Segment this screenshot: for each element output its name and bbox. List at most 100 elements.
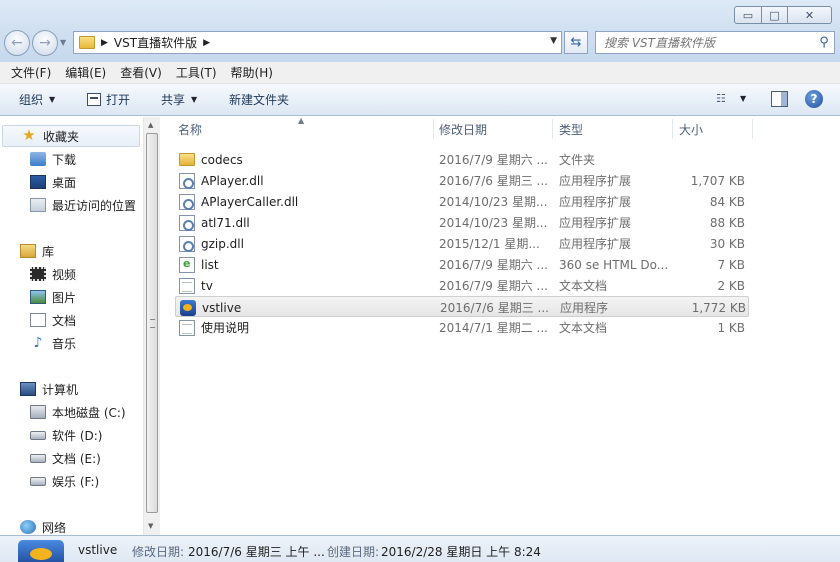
file-date: 2015/12/1 星期... (439, 237, 540, 251)
file-row[interactable]: gzip.dll 2015/12/1 星期... 应用程序扩展 30 KB (175, 233, 749, 254)
close-button[interactable]: ✕ (788, 6, 832, 24)
nav-item-label: 本地磁盘 (C:) (52, 405, 126, 420)
menu-help[interactable]: 帮助(H) (224, 64, 280, 81)
minimize-button[interactable]: ▭ (734, 6, 762, 24)
file-row[interactable]: APlayerCaller.dll 2014/10/23 星期... 应用程序扩… (175, 191, 749, 212)
open-button[interactable]: 打开 (87, 84, 130, 116)
breadcrumb-separator-icon[interactable]: ▶ (101, 38, 108, 48)
file-date: 2014/10/23 星期... (439, 195, 548, 209)
column-divider[interactable] (433, 119, 434, 139)
dll-icon (179, 172, 195, 189)
change-view-icon[interactable]: ☷ (716, 93, 730, 105)
details-created-value: 2016/2/28 星期日 上午 8:24 (381, 545, 541, 559)
back-button[interactable]: ← (4, 30, 30, 56)
file-row[interactable]: tv 2016/7/9 星期六 ... 文本文档 2 KB (175, 275, 749, 296)
scroll-down-icon[interactable]: ▼ (148, 522, 153, 530)
nav-favorites[interactable]: ★ 收藏夹 (2, 125, 140, 147)
file-name-cell: APlayer.dll (179, 170, 429, 191)
column-header-type[interactable]: 类型 (559, 117, 583, 141)
recent-pages-dropdown[interactable]: ▼ (60, 38, 66, 47)
menu-view[interactable]: 查看(V) (113, 64, 169, 81)
chevron-down-icon: ▼ (191, 95, 198, 104)
nav-item-pictures[interactable]: 图片 (30, 286, 76, 308)
organize-label: 组织 (19, 93, 44, 107)
file-name-cell: tv (179, 275, 429, 296)
details-pane: vstlive 修改日期: 2016/7/6 星期三 上午 ... 创建日期: … (0, 535, 840, 562)
file-type: 应用程序扩展 (559, 174, 632, 188)
scrollbar-thumb[interactable] (146, 133, 158, 513)
file-size: 84 KB (709, 194, 745, 209)
nav-libraries[interactable]: 库 (0, 240, 54, 262)
nav-item-documents[interactable]: 文档 (30, 309, 76, 331)
file-list: ▲ 名称 修改日期 类型 大小 codecs 2016/7/9 星期六 ... … (161, 116, 840, 535)
search-input[interactable] (604, 35, 814, 50)
column-header-name[interactable]: 名称 (178, 117, 202, 141)
library-icon (20, 244, 36, 258)
file-row[interactable]: list 2016/7/9 星期六 ... 360 se HTML Do... … (175, 254, 749, 275)
nav-item-drive-d[interactable]: 软件 (D:) (30, 424, 102, 446)
share-button[interactable]: 共享 ▼ (161, 84, 197, 116)
search-icon[interactable]: ⚲ (814, 35, 834, 50)
file-row[interactable]: APlayer.dll 2016/7/6 星期三 ... 应用程序扩展 1,70… (175, 170, 749, 191)
column-header-size[interactable]: 大小 (679, 117, 703, 141)
nav-computer-label: 计算机 (42, 382, 79, 397)
maximize-button[interactable]: □ (762, 6, 788, 24)
menu-edit[interactable]: 编辑(E) (58, 64, 113, 81)
nav-item-music[interactable]: ♪ 音乐 (30, 332, 76, 354)
nav-item-drive-c[interactable]: 本地磁盘 (C:) (30, 401, 126, 423)
address-history-dropdown[interactable]: ▼ (550, 36, 557, 46)
documents-icon (30, 313, 46, 327)
menu-file[interactable]: 文件(F) (4, 64, 58, 81)
nav-network[interactable]: 网络 (0, 516, 66, 535)
star-icon: ★ (22, 126, 36, 144)
nav-item-label: 下载 (52, 152, 77, 167)
forward-button[interactable]: → (32, 30, 58, 56)
file-row[interactable]: 使用说明 2014/7/1 星期二 ... 文本文档 1 KB (175, 317, 749, 338)
text-file-icon (179, 319, 195, 336)
preview-pane-icon[interactable] (771, 91, 788, 107)
exe-icon (180, 299, 196, 316)
computer-icon (20, 382, 36, 396)
file-type: 文件夹 (559, 153, 596, 167)
search-box[interactable]: ⚲ (595, 31, 835, 54)
new-folder-button[interactable]: 新建文件夹 (229, 84, 289, 116)
folder-icon (179, 153, 195, 166)
file-size: 7 KB (717, 257, 745, 272)
dll-icon (179, 214, 195, 231)
file-row-selected[interactable]: vstlive 2016/7/6 星期三 ... 应用程序 1,772 KB (175, 296, 749, 317)
breadcrumb-separator-icon[interactable]: ▶ (203, 38, 210, 48)
file-date: 2016/7/9 星期六 ... (439, 153, 548, 167)
file-name-cell: APlayerCaller.dll (179, 191, 429, 212)
address-bar[interactable]: ▶ VST直播软件版 ▶ ▼ (73, 31, 562, 54)
view-options-dropdown[interactable]: ▼ (740, 94, 746, 103)
nav-item-recent-places[interactable]: 最近访问的位置 (30, 194, 136, 216)
maximize-icon: □ (769, 8, 780, 22)
nav-item-drive-f[interactable]: 娱乐 (F:) (30, 470, 99, 492)
refresh-button[interactable]: ⇆ (564, 31, 588, 54)
column-divider[interactable] (552, 119, 553, 139)
nav-item-downloads[interactable]: 下载 (30, 148, 76, 170)
file-row[interactable]: atl71.dll 2014/10/23 星期... 应用程序扩展 88 KB (175, 212, 749, 233)
nav-computer[interactable]: 计算机 (0, 378, 78, 400)
file-date: 2016/7/6 星期三 ... (440, 301, 549, 315)
vstlive-app-icon (18, 540, 64, 562)
organize-button[interactable]: 组织 ▼ (19, 84, 55, 116)
menu-tools[interactable]: 工具(T) (169, 64, 224, 81)
nav-item-drive-e[interactable]: 文档 (E:) (30, 447, 101, 469)
breadcrumb-item[interactable]: VST直播软件版 (114, 34, 197, 51)
column-divider[interactable] (672, 119, 673, 139)
refresh-icon: ⇆ (570, 35, 582, 50)
file-date: 2014/7/1 星期二 ... (439, 321, 548, 335)
column-header-date[interactable]: 修改日期 (439, 117, 487, 141)
navigation-scrollbar[interactable]: ▲ ▼ (143, 117, 160, 535)
file-size: 1 KB (717, 320, 745, 335)
forward-arrow-icon: → (39, 35, 51, 51)
help-icon[interactable]: ? (805, 90, 823, 108)
file-row[interactable]: codecs 2016/7/9 星期六 ... 文件夹 (175, 149, 749, 170)
nav-item-label: 文档 (52, 313, 77, 328)
nav-item-videos[interactable]: 视频 (30, 263, 76, 285)
scroll-up-icon[interactable]: ▲ (148, 121, 153, 129)
file-name-cell: codecs (179, 149, 429, 170)
column-divider[interactable] (752, 119, 753, 139)
nav-item-desktop[interactable]: 桌面 (30, 171, 76, 193)
